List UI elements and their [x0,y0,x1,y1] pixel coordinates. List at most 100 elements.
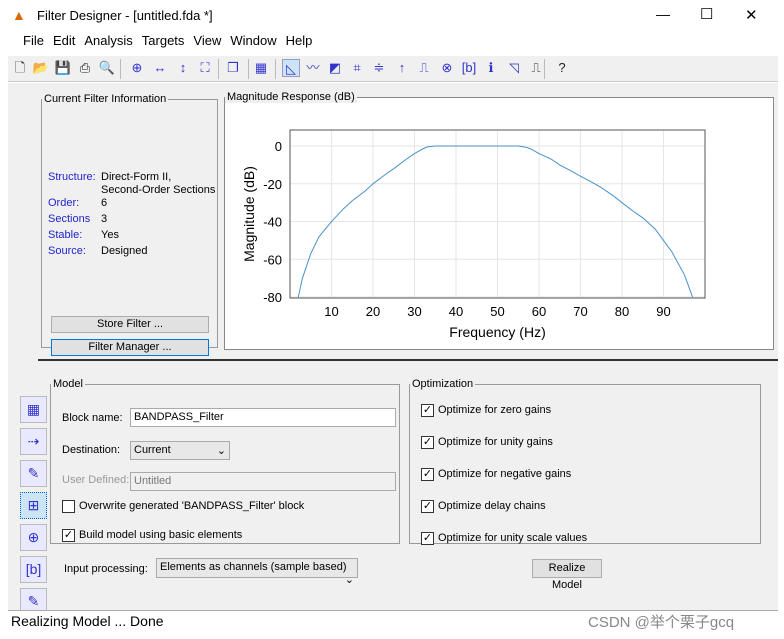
info-icon[interactable]: ℹ [482,59,500,77]
x-tick-label: 50 [490,304,504,319]
group-title: Optimization [412,378,474,390]
optimize-label: Optimize delay chains [438,500,546,512]
x-tick-label: 40 [449,304,463,319]
minimize-button[interactable]: — [656,6,670,22]
y-axis-label: Magnitude (dB) [241,166,257,262]
pole-zero-editor-icon[interactable]: ⊕ [20,524,47,551]
user-defined-input[interactable]: Untitled [130,472,396,491]
pole-zero-icon[interactable]: ⊗ [438,59,456,77]
optimize-label: Optimize for unity scale values [438,532,588,544]
current-filter-info-panel: Current Filter Information Structure: Dir… [41,93,218,356]
info-value: Yes [101,229,119,241]
magnitude-estimate-icon[interactable]: ◹ [505,59,523,77]
print-icon[interactable]: ⎙ [76,59,94,77]
x-tick-label: 70 [573,304,587,319]
open-icon[interactable]: 📂 [32,59,50,77]
watermark: CSDN @举个栗子gcq [588,614,735,631]
coefficients-icon[interactable]: [b] [460,59,478,77]
info-label: Source: [48,245,86,257]
basic-elements-label: Build model using basic elements [79,529,243,541]
maximize-button[interactable]: ☐ [700,5,713,23]
import-filter-icon[interactable]: ✎ [20,460,47,487]
filter-spec-icon[interactable]: ▦ [252,59,270,77]
store-filter-button[interactable]: Store Filter ... [51,316,209,333]
zoom-y-icon[interactable]: ↕ [174,59,192,77]
y-tick-label: 0 [275,139,282,154]
menu-bar: File Edit Analysis Targets View Window Help [8,33,778,55]
overwrite-label: Overwrite generated 'BANDPASS_Filter' bl… [79,500,305,512]
user-defined-label: User Defined: [62,474,130,486]
chevron-down-icon: ⌄ [344,574,354,586]
optimize-label: Optimize for zero gains [438,404,552,416]
info-label: Stable: [48,229,83,241]
phase-response-icon[interactable]: 〰 [304,59,322,77]
block-name-label: Block name: [62,412,123,424]
menu-help[interactable]: Help [286,33,313,48]
realize-model-icon[interactable]: ⊞ [20,492,47,519]
realize-model-button[interactable]: Realize Model [532,559,602,591]
info-label: Sections [48,213,91,225]
block-name-input[interactable]: BANDPASS_Filter [130,408,396,427]
noise-power-icon[interactable]: ⎍ [527,59,545,77]
input-processing-select[interactable]: Elements as channels (sample based) ⌄ [156,558,358,586]
filter-manager-button[interactable]: Filter Manager ... [51,339,209,356]
main-panel: Current Filter Information Structure: Dir… [8,83,778,615]
menu-targets[interactable]: Targets [142,33,185,48]
step-response-icon[interactable]: ⎍ [415,59,433,77]
phase-delay-icon[interactable]: ≑ [370,59,388,77]
overwrite-checkbox[interactable] [62,500,75,513]
optimize-checkbox[interactable]: ✓ [421,532,434,545]
design-filter-icon[interactable]: ▦ [20,396,47,423]
info-value: 6 [101,197,108,209]
optimization-group: Optimization ✓ Optimize for zero gains ✓ Op… [409,378,761,545]
group-title: Model [53,378,83,390]
menu-file[interactable]: File [23,33,44,48]
toolbar-separator [275,59,276,79]
new-window-icon[interactable]: ❐ [224,59,242,77]
magnitude-response-chart: 10 20 30 40 50 60 70 80 90 0 -20 -40 -60 -80 Frequency… [241,129,706,340]
close-button[interactable]: ✕ [745,6,758,24]
new-icon[interactable]: 🗋 [11,59,29,77]
destination-value: Current [134,444,171,456]
optimize-checkbox[interactable]: ✓ [421,404,434,417]
model-group: Model Block name: BANDPASS_Filter Destin… [50,378,400,544]
x-tick-label: 20 [366,304,380,319]
realize-model-panel: Model Block name: BANDPASS_Filter Destin… [38,361,778,610]
impulse-response-icon[interactable]: ↑ [393,59,411,77]
optimize-checkbox[interactable]: ✓ [421,468,434,481]
magnitude-response-icon[interactable]: ◺ [282,59,300,77]
optimize-label: Optimize for unity gains [438,436,553,448]
info-label: Order: [48,197,80,209]
destination-label: Destination: [62,444,121,456]
menu-edit[interactable]: Edit [53,33,75,48]
info-value: 3 [101,213,108,225]
full-view-icon[interactable]: ⛶ [196,59,214,77]
mag-phase-icon[interactable]: ◩ [326,59,344,77]
print-preview-icon[interactable]: 🔍 [98,59,116,77]
optimize-label: Optimize for negative gains [438,468,572,480]
basic-elements-checkbox[interactable]: ✓ [62,529,75,542]
whats-this-icon[interactable]: ? [553,59,571,77]
x-tick-label: 10 [324,304,338,319]
multirate-icon[interactable]: [b] [20,556,47,583]
x-tick-label: 80 [615,304,629,319]
save-icon[interactable]: 💾 [54,59,72,77]
chevron-down-icon: ⌄ [216,445,226,457]
optimize-checkbox[interactable]: ✓ [421,500,434,513]
group-delay-icon[interactable]: ⌗ [348,59,366,77]
zoom-in-icon[interactable]: ⊕ [128,59,146,77]
y-tick-label: -80 [263,290,282,305]
zoom-x-icon[interactable]: ↔ [151,59,169,77]
info-value: Direct-Form II, Second-Order Sections [101,171,216,196]
menu-view[interactable]: View [193,33,221,48]
transform-filter-icon[interactable]: ⇢ [20,428,47,455]
title-bar: ▲ Filter Designer - [untitled.fda *] — ☐… [0,0,784,32]
y-tick-label: -60 [263,252,282,267]
menu-window[interactable]: Window [230,33,276,48]
optimize-checkbox[interactable]: ✓ [421,436,434,449]
toolbar-separator [544,59,545,79]
x-tick-label: 90 [656,304,670,319]
input-processing-label: Input processing: [64,563,148,575]
menu-analysis[interactable]: Analysis [84,33,132,48]
destination-select[interactable]: Current ⌄ [130,441,230,460]
